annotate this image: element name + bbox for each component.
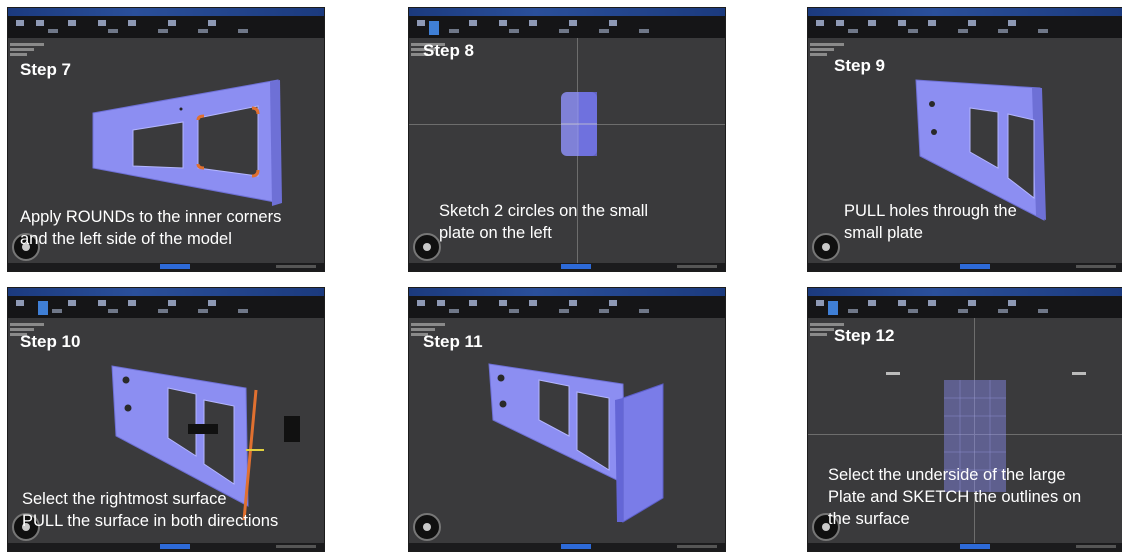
step-caption: Apply ROUNDs to the inner corners and th…: [20, 208, 282, 248]
step-12-panel: Step 12 Select the underside of the larg…: [807, 287, 1122, 552]
step-8-panel: Step 8 Sketch 2 circles on the small pla…: [408, 7, 726, 272]
step-11-panel: Step 11: [408, 287, 726, 552]
step-label: Step 9: [834, 56, 886, 75]
model-view[interactable]: [409, 288, 726, 552]
status-bar: [8, 263, 324, 271]
step-caption: Select the rightmost surface PULL the su…: [22, 490, 279, 530]
status-bar: [808, 263, 1122, 271]
step-label: Step 8: [423, 41, 475, 60]
navigation-compass-icon[interactable]: [812, 233, 840, 261]
pulled-plate: [622, 383, 664, 523]
status-bar: [409, 543, 725, 551]
step-label: Step 10: [20, 332, 81, 351]
step-label: Step 11: [423, 332, 483, 351]
navigation-compass-icon[interactable]: [413, 513, 441, 541]
mini-toolbar: [188, 424, 218, 434]
navigation-compass-icon[interactable]: [413, 233, 441, 261]
step-caption: Select the underside of the large Plate …: [828, 466, 1082, 528]
step-caption: Sketch 2 circles on the small plate on t…: [439, 202, 649, 242]
status-bar: [8, 543, 324, 551]
step-9-panel: Step 9 PULL holes through the small plat…: [807, 7, 1122, 272]
step-7-panel: Step 7 Apply ROUNDs to the inner corners…: [7, 7, 325, 272]
step-10-panel: Step 10 Select the rightmost surface PUL…: [7, 287, 325, 552]
step-label: Step 7: [20, 60, 72, 79]
step-caption: PULL holes through the small plate: [844, 202, 1017, 242]
step-label: Step 12: [834, 326, 895, 345]
status-bar: [808, 543, 1122, 551]
status-bar: [409, 263, 725, 271]
